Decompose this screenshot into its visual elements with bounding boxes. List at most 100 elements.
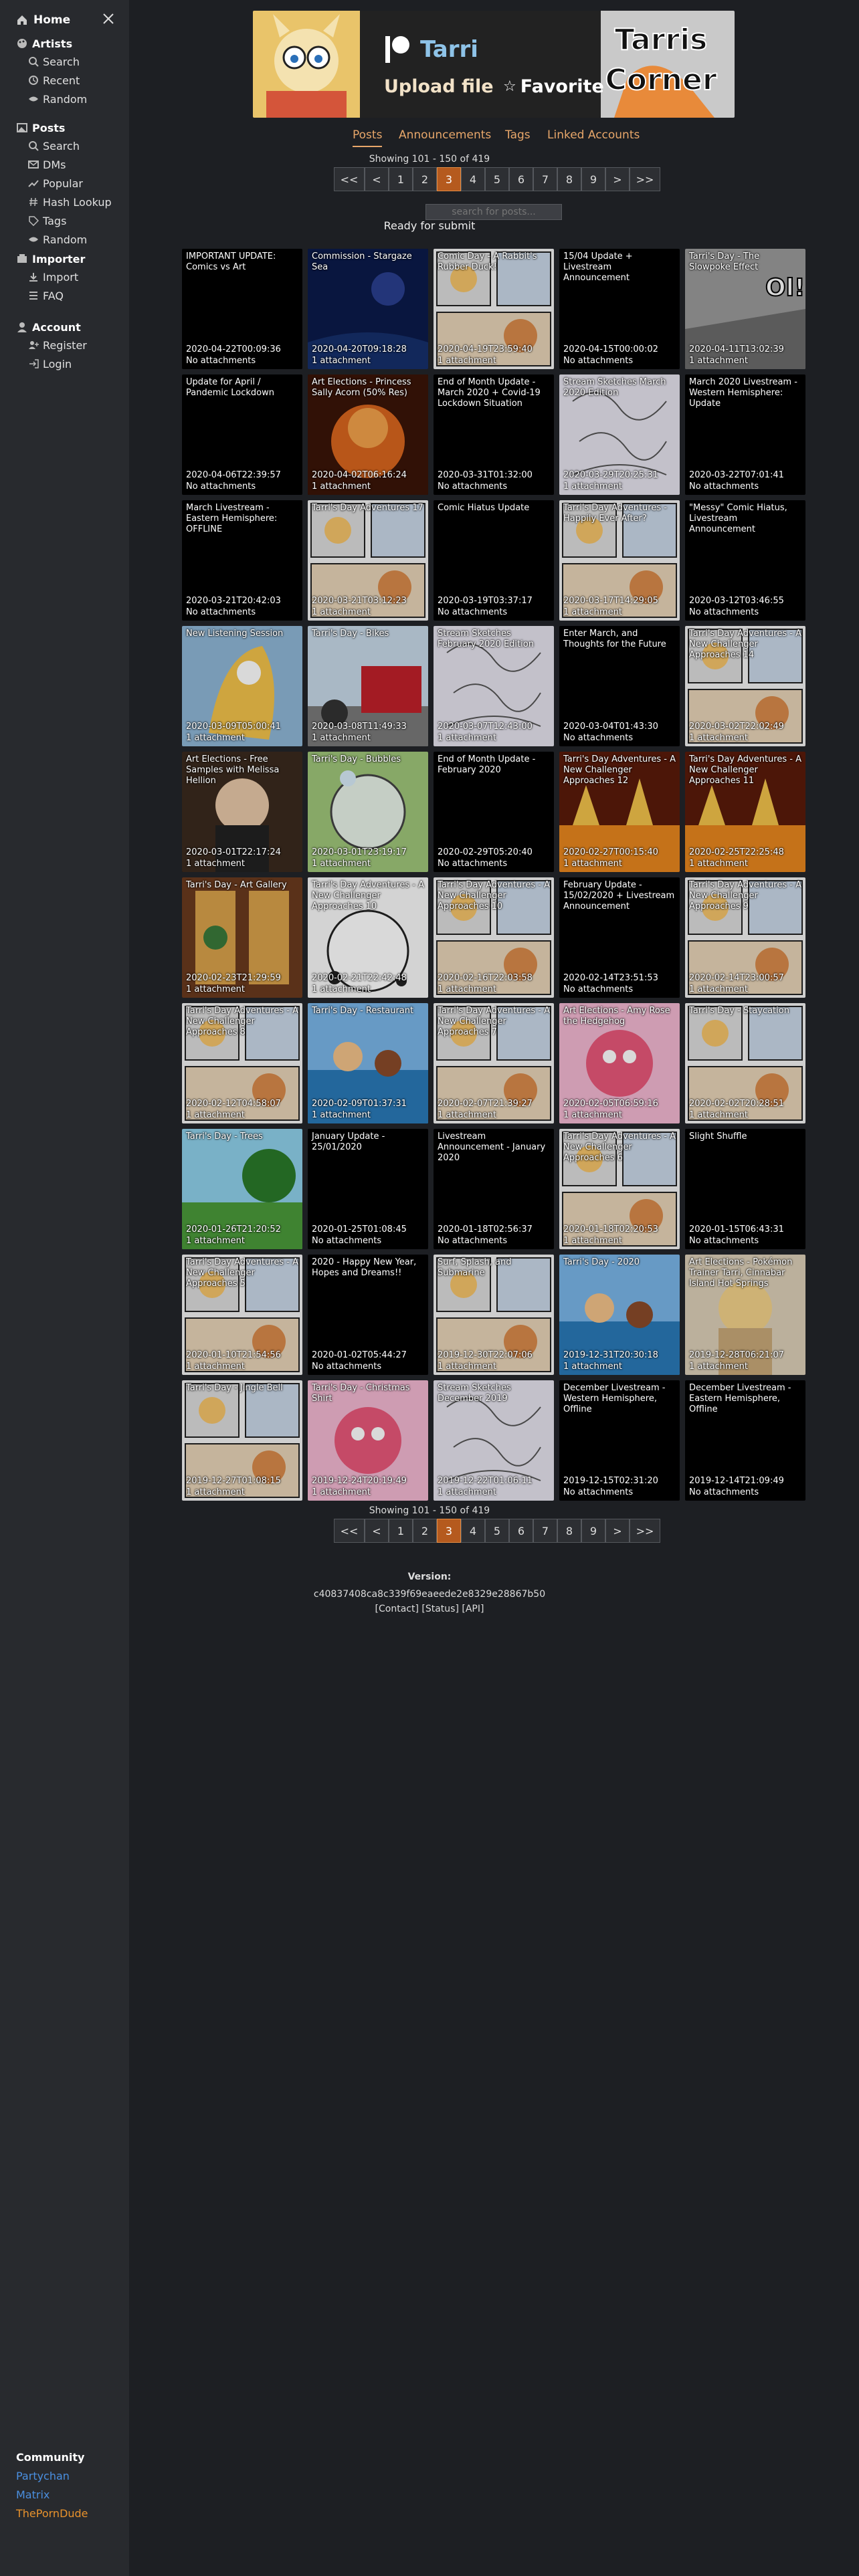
post-card[interactable]: December Livestream - Eastern Hemisphere… xyxy=(685,1380,805,1501)
page-button[interactable]: > xyxy=(605,1519,630,1543)
page-button[interactable]: 9 xyxy=(581,167,605,191)
post-card[interactable]: Tarri's Day Adventures - Happily Ever Af… xyxy=(559,500,680,621)
post-card[interactable]: March 2020 Livestream - Western Hemisphe… xyxy=(685,374,805,495)
page-button[interactable]: 3 xyxy=(437,1519,461,1543)
api-link[interactable]: [API] xyxy=(462,1604,484,1614)
page-button[interactable]: >> xyxy=(630,167,660,191)
post-card[interactable]: Tarri's Day - Staycation 2020-02-02T20:28… xyxy=(685,1003,805,1123)
sidebar-item-login[interactable]: Login xyxy=(16,354,126,373)
favorite-button[interactable]: ☆ Favorite xyxy=(503,76,604,97)
page-button[interactable]: 5 xyxy=(485,167,509,191)
post-card[interactable]: Ol! Tarri's Day - The Slowpoke Effect 2020… xyxy=(685,249,805,369)
community-link-matrix[interactable]: Matrix xyxy=(16,2485,123,2504)
page-button[interactable]: 3 xyxy=(437,167,461,191)
post-card[interactable]: Tarri's Day Adventures - A New Challenge… xyxy=(182,1255,302,1375)
post-card[interactable]: 15/04 Update + Livestream Announcement 20… xyxy=(559,249,680,369)
page-button[interactable]: 2 xyxy=(413,1519,437,1543)
page-button[interactable]: 8 xyxy=(557,167,581,191)
post-card[interactable]: Tarri's Day Adventures - A New Challenge… xyxy=(434,877,554,998)
post-card[interactable]: Tarri's Day Adventures - A New Challenge… xyxy=(685,752,805,872)
post-card[interactable]: New Listening Session 2020-03-09T05:00:41… xyxy=(182,626,302,746)
page-button[interactable]: 4 xyxy=(461,1519,485,1543)
post-card[interactable]: Enter March, and Thoughts for the Future… xyxy=(559,626,680,746)
page-button[interactable]: 6 xyxy=(509,1519,533,1543)
page-button[interactable]: << xyxy=(334,167,365,191)
page-button[interactable]: > xyxy=(605,167,630,191)
sidebar-item-register[interactable]: Register xyxy=(16,336,126,354)
post-card[interactable]: End of Month Update - March 2020 + Covid… xyxy=(434,374,554,495)
post-card[interactable]: Art Elections - Pokémon Trainer Tarri, C… xyxy=(685,1255,805,1375)
post-card[interactable]: Tarri's Day Adventures - A New Challenge… xyxy=(559,1129,680,1249)
post-card[interactable]: Art Elections - Free Samples with Meliss… xyxy=(182,752,302,872)
post-card[interactable]: Tarri's Day Adventures - A New Challenge… xyxy=(182,1003,302,1123)
post-card[interactable]: March Livestream - Eastern Hemisphere: O… xyxy=(182,500,302,621)
tab-announcements[interactable]: Announcements xyxy=(399,128,491,142)
close-icon[interactable] xyxy=(100,11,116,27)
status-link[interactable]: [Status] xyxy=(421,1604,459,1614)
sidebar-item-search[interactable]: Search xyxy=(16,52,126,71)
page-button[interactable]: 1 xyxy=(389,167,413,191)
page-button[interactable]: 7 xyxy=(533,1519,557,1543)
post-card[interactable]: Tarri's Day Adventures - A New Challenge… xyxy=(685,626,805,746)
post-card[interactable]: Comic Day - A Rabbit's Rubber Duck! 2020-… xyxy=(434,249,554,369)
community-link-partychan[interactable]: Partychan xyxy=(16,2466,123,2485)
community-link-theporndude[interactable]: ThePornDude xyxy=(16,2504,123,2523)
sidebar-item-recent[interactable]: Recent xyxy=(16,71,126,90)
post-card[interactable]: Slight Shuffle 2020-01-15T06:43:31 No atta… xyxy=(685,1129,805,1249)
page-button[interactable]: < xyxy=(365,167,389,191)
post-card[interactable]: Livestream Announcement - January 2020 20… xyxy=(434,1129,554,1249)
sidebar-item-import[interactable]: Import xyxy=(16,267,126,286)
search-input[interactable] xyxy=(425,204,562,220)
page-button[interactable]: >> xyxy=(630,1519,660,1543)
post-card[interactable]: Stream Sketches December 2019 2019-12-22T… xyxy=(434,1380,554,1501)
post-card[interactable]: Tarri's Day - Restaurant 2020-02-09T01:37… xyxy=(308,1003,428,1123)
post-card[interactable]: Tarri's Day Adventures - A New Challenge… xyxy=(559,752,680,872)
post-card[interactable]: Tarri's Day - Bikes 2020-03-08T11:49:33 1 … xyxy=(308,626,428,746)
sidebar-item-hash-lookup[interactable]: Hash Lookup xyxy=(16,193,126,211)
post-card[interactable]: February Update - 15/02/2020 + Livestrea… xyxy=(559,877,680,998)
post-card[interactable]: December Livestream - Western Hemisphere… xyxy=(559,1380,680,1501)
artist-name[interactable]: Tarri xyxy=(420,36,478,63)
post-card[interactable]: Tarri's Day - Jingle Bell 2019-12-27T01:0… xyxy=(182,1380,302,1501)
post-card[interactable]: Tarri's Day Adventures 17 2020-03-21T03:1… xyxy=(308,500,428,621)
post-card[interactable]: Update for April / Pandemic Lockdown 2020… xyxy=(182,374,302,495)
post-card[interactable]: 2020 - Happy New Year, Hopes and Dreams!… xyxy=(308,1255,428,1375)
post-card[interactable]: Tarri's Day Adventures - A New Challenge… xyxy=(308,877,428,998)
page-button[interactable]: 6 xyxy=(509,167,533,191)
post-card[interactable]: Tarri's Day - Trees 2020-01-26T21:20:52 1 … xyxy=(182,1129,302,1249)
post-card[interactable]: Commission - Stargaze Sea 2020-04-20T09:1… xyxy=(308,249,428,369)
post-card[interactable]: Tarri's Day - 2020 2019-12-31T20:30:18 1 a… xyxy=(559,1255,680,1375)
page-button[interactable]: << xyxy=(334,1519,365,1543)
sidebar-item-random[interactable]: Random xyxy=(16,230,126,249)
page-button[interactable]: 4 xyxy=(461,167,485,191)
post-card[interactable]: Stream Sketches March 2020 Edition 2020-0… xyxy=(559,374,680,495)
post-card[interactable]: Tarri's Day - Christmas Shirt 2019-12-24T… xyxy=(308,1380,428,1501)
post-card[interactable]: Surf, Splash, and Submarine 2019-12-30T22… xyxy=(434,1255,554,1375)
page-button[interactable]: < xyxy=(365,1519,389,1543)
tab-posts[interactable]: Posts xyxy=(353,128,383,147)
page-button[interactable]: 7 xyxy=(533,167,557,191)
page-button[interactable]: 5 xyxy=(485,1519,509,1543)
page-button[interactable]: 1 xyxy=(389,1519,413,1543)
post-card[interactable]: End of Month Update - February 2020 2020-… xyxy=(434,752,554,872)
contact-link[interactable]: [Contact] xyxy=(375,1604,419,1614)
post-card[interactable]: Tarri's Day - Art Gallery 2020-02-23T21:2… xyxy=(182,877,302,998)
sidebar-item-faq[interactable]: FAQ xyxy=(16,286,126,305)
post-card[interactable]: Art Elections - Amy Rose the Hedgehog 202… xyxy=(559,1003,680,1123)
tab-linked-accounts[interactable]: Linked Accounts xyxy=(547,128,640,142)
page-button[interactable]: 8 xyxy=(557,1519,581,1543)
post-card[interactable]: Tarri's Day - Bubbles 2020-03-01T23:19:17… xyxy=(308,752,428,872)
post-card[interactable]: Art Elections - Princess Sally Acorn (50… xyxy=(308,374,428,495)
post-card[interactable]: "Messy" Comic Hiatus, Livestream Announc… xyxy=(685,500,805,621)
post-card[interactable]: Stream Sketches February 2020 Edition 202… xyxy=(434,626,554,746)
sidebar-item-random[interactable]: Random xyxy=(16,90,126,108)
upload-file-button[interactable]: Upload file xyxy=(384,76,494,97)
page-button[interactable]: 9 xyxy=(581,1519,605,1543)
post-card[interactable]: January Update - 25/01/2020 2020-01-25T01… xyxy=(308,1129,428,1249)
sidebar-item-popular[interactable]: Popular xyxy=(16,174,126,193)
post-card[interactable]: Comic Hiatus Update 2020-03-19T03:37:17 No… xyxy=(434,500,554,621)
page-button[interactable]: 2 xyxy=(413,167,437,191)
tab-tags[interactable]: Tags xyxy=(505,128,531,142)
post-card[interactable]: Tarri's Day Adventures - A New Challenge… xyxy=(685,877,805,998)
post-card[interactable]: IMPORTANT UPDATE: Comics vs Art 2020-04-2… xyxy=(182,249,302,369)
